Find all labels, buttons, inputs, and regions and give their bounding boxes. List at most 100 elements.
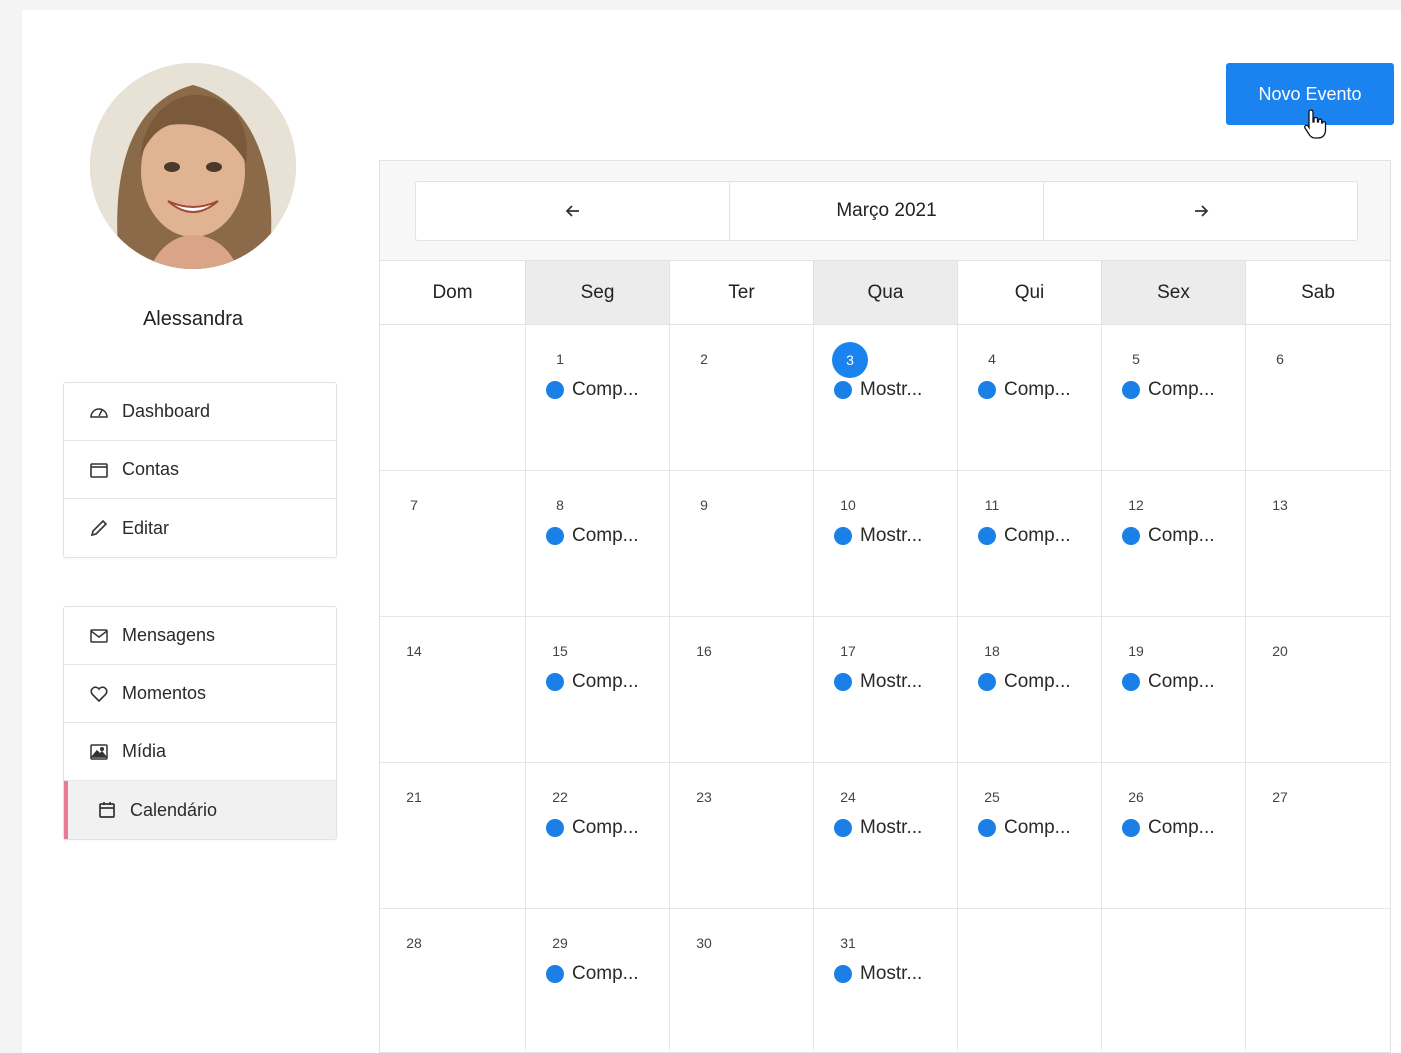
day-cell[interactable]: 13 xyxy=(1246,471,1390,616)
day-number: 27 xyxy=(1272,789,1288,805)
day-cell[interactable]: 3 Mostr... xyxy=(814,325,958,470)
day-number: 13 xyxy=(1272,497,1288,513)
event-dot-icon xyxy=(834,527,852,545)
image-icon xyxy=(88,741,110,763)
event-dot-icon xyxy=(834,819,852,837)
event-title: Comp... xyxy=(1148,379,1215,400)
calendar-event[interactable]: Comp... xyxy=(1122,525,1215,547)
month-navigation: Março 2021 xyxy=(415,181,1358,241)
day-cell[interactable]: 9 xyxy=(670,471,814,616)
card-icon xyxy=(88,459,110,481)
day-number: 6 xyxy=(1276,351,1284,367)
pencil-icon xyxy=(88,517,110,539)
day-cell[interactable]: 4 Comp... xyxy=(958,325,1102,470)
week-row: 7 8 Comp... 9 10 Mostr... 11 Comp... 12 Comp... 13 xyxy=(380,471,1390,617)
calendar-event[interactable]: Mostr... xyxy=(834,379,922,401)
prev-month-button[interactable] xyxy=(416,182,730,240)
menu-item-contas[interactable]: Contas xyxy=(64,441,336,499)
calendar-event[interactable]: Comp... xyxy=(546,817,639,839)
day-cell[interactable]: 15 Comp... xyxy=(526,617,670,762)
day-cell[interactable] xyxy=(1102,909,1246,1050)
next-month-button[interactable] xyxy=(1044,182,1357,240)
calendar-event[interactable]: Comp... xyxy=(1122,379,1215,401)
calendar-event[interactable]: Comp... xyxy=(546,379,639,401)
day-cell[interactable] xyxy=(380,325,526,470)
day-number: 2 xyxy=(700,351,708,367)
day-cell[interactable]: 10 Mostr... xyxy=(814,471,958,616)
menu-item-midia[interactable]: Mídia xyxy=(64,723,336,781)
calendar-event[interactable]: Mostr... xyxy=(834,525,922,547)
calendar-event[interactable]: Comp... xyxy=(1122,817,1215,839)
day-cell[interactable] xyxy=(1246,909,1390,1050)
day-cell[interactable]: 31 Mostr... xyxy=(814,909,958,1050)
day-number: 19 xyxy=(1128,643,1144,659)
day-cell[interactable]: 29 Comp... xyxy=(526,909,670,1050)
day-number: 20 xyxy=(1272,643,1288,659)
day-cell[interactable]: 11 Comp... xyxy=(958,471,1102,616)
day-cell[interactable]: 16 xyxy=(670,617,814,762)
weekday-header: Dom Seg Ter Qua Qui Sex Sab xyxy=(380,261,1390,325)
day-cell[interactable]: 21 xyxy=(380,763,526,908)
day-cell[interactable]: 7 xyxy=(380,471,526,616)
day-number: 5 xyxy=(1132,351,1140,367)
menu-item-momentos[interactable]: Momentos xyxy=(64,665,336,723)
day-cell[interactable] xyxy=(958,909,1102,1050)
day-cell[interactable]: 5 Comp... xyxy=(1102,325,1246,470)
calendar: Março 2021 Dom Seg Ter Qua Qui Sex Sab 1 Comp..… xyxy=(379,160,1391,1053)
calendar-event[interactable]: Comp... xyxy=(978,525,1071,547)
weekday-ter: Ter xyxy=(670,261,814,324)
day-cell[interactable]: 18 Comp... xyxy=(958,617,1102,762)
menu-label: Editar xyxy=(122,517,170,538)
day-cell[interactable]: 17 Mostr... xyxy=(814,617,958,762)
calendar-event[interactable]: Mostr... xyxy=(834,817,922,839)
day-cell[interactable]: 6 xyxy=(1246,325,1390,470)
event-title: Comp... xyxy=(1004,817,1071,838)
event-title: Comp... xyxy=(572,525,639,546)
event-dot-icon xyxy=(1122,381,1140,399)
day-cell[interactable]: 26 Comp... xyxy=(1102,763,1246,908)
calendar-event[interactable]: Comp... xyxy=(546,671,639,693)
event-dot-icon xyxy=(546,819,564,837)
calendar-event[interactable]: Comp... xyxy=(1122,671,1215,693)
day-number: 7 xyxy=(410,497,418,513)
day-number: 26 xyxy=(1128,789,1144,805)
day-cell[interactable]: 30 xyxy=(670,909,814,1050)
day-cell[interactable]: 14 xyxy=(380,617,526,762)
calendar-event[interactable]: Comp... xyxy=(546,525,639,547)
day-cell[interactable]: 22 Comp... xyxy=(526,763,670,908)
day-cell[interactable]: 8 Comp... xyxy=(526,471,670,616)
event-title: Comp... xyxy=(1148,525,1215,546)
day-cell[interactable]: 25 Comp... xyxy=(958,763,1102,908)
day-cell[interactable]: 27 xyxy=(1246,763,1390,908)
calendar-event[interactable]: Comp... xyxy=(978,671,1071,693)
day-cell[interactable]: 28 xyxy=(380,909,526,1050)
day-cell[interactable]: 2 xyxy=(670,325,814,470)
day-number: 24 xyxy=(840,789,856,805)
event-dot-icon xyxy=(834,965,852,983)
menu-label: Mensagens xyxy=(122,625,216,645)
calendar-event[interactable]: Comp... xyxy=(978,817,1071,839)
event-dot-icon xyxy=(546,527,564,545)
weekday-sex: Sex xyxy=(1102,261,1246,324)
menu-item-dashboard[interactable]: Dashboard xyxy=(64,383,336,441)
avatar xyxy=(90,63,296,269)
day-cell[interactable]: 24 Mostr... xyxy=(814,763,958,908)
day-number: 30 xyxy=(696,935,712,951)
calendar-event[interactable]: Mostr... xyxy=(834,671,922,693)
week-row: 14 15 Comp... 16 17 Mostr... 18 Comp... 19 Comp..… xyxy=(380,617,1390,763)
day-cell[interactable]: 23 xyxy=(670,763,814,908)
day-cell[interactable]: 19 Comp... xyxy=(1102,617,1246,762)
menu-item-calendario[interactable]: Calendário xyxy=(64,781,336,839)
event-title: Mostr... xyxy=(860,379,923,400)
menu-item-editar[interactable]: Editar xyxy=(64,499,336,557)
event-dot-icon xyxy=(1122,527,1140,545)
menu-item-mensagens[interactable]: Mensagens xyxy=(64,607,336,665)
day-cell[interactable]: 12 Comp... xyxy=(1102,471,1246,616)
day-cell[interactable]: 1 Comp... xyxy=(526,325,670,470)
calendar-event[interactable]: Mostr... xyxy=(834,963,922,985)
menu-label: Dashboard xyxy=(122,401,211,421)
calendar-icon xyxy=(96,799,118,821)
calendar-event[interactable]: Comp... xyxy=(546,963,639,985)
day-cell[interactable]: 20 xyxy=(1246,617,1390,762)
calendar-event[interactable]: Comp... xyxy=(978,379,1071,401)
